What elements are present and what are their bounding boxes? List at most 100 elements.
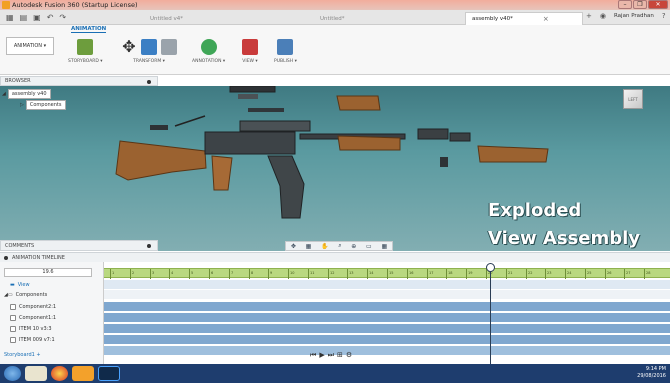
collapse-icon[interactable]: ◢ (2, 91, 6, 97)
item009-track[interactable] (104, 335, 670, 344)
publish-video-icon[interactable] (277, 39, 294, 55)
zoom-icon[interactable]: ⌕ (338, 242, 341, 250)
new-tab-icon[interactable]: + (586, 12, 592, 20)
timeline-row-view[interactable]: ▬ View (2, 280, 102, 290)
start-button-icon[interactable] (4, 366, 21, 381)
tab-label: Untitled v4* (150, 15, 184, 22)
fusion-taskbar-icon[interactable] (72, 366, 94, 381)
comments-panel-header[interactable]: COMMENTS (0, 240, 158, 251)
new-storyboard-icon[interactable] (77, 39, 94, 55)
pan-icon[interactable]: ✋ (321, 243, 328, 250)
view-icon[interactable] (242, 39, 258, 55)
animation-timeline-header[interactable]: ANIMATION TIMELINE (0, 252, 670, 262)
tab-assembly-v40[interactable]: assembly v40* × (465, 12, 583, 25)
playhead-handle[interactable] (486, 263, 495, 272)
tab-untitled[interactable]: Untitled* (320, 12, 345, 25)
publish-menu[interactable]: PUBLISH ▾ (274, 59, 297, 64)
transform-menu[interactable]: TRANSFORM ▾ (133, 59, 165, 64)
photoshop-icon[interactable] (98, 366, 120, 381)
skip-end-icon[interactable]: ⏭ (328, 351, 337, 359)
comments-pin-icon[interactable] (147, 244, 151, 248)
tab-label: assembly v40* (472, 16, 513, 22)
chrome-icon[interactable] (51, 366, 68, 381)
ruler-tick-label: 28 (646, 271, 651, 275)
grid-menu-icon[interactable]: ▦ (6, 13, 14, 22)
ruler-tick-label: 6 (211, 271, 214, 275)
ruler-tick (427, 269, 428, 279)
ruler-tick (565, 269, 566, 279)
close-button[interactable]: ✕ (648, 0, 668, 9)
component2-track[interactable] (104, 302, 670, 311)
viewcube[interactable]: LEFT (623, 89, 643, 109)
redo-icon[interactable]: ↷ (59, 13, 66, 22)
ruler-tick (407, 269, 408, 279)
user-accounts-icon[interactable] (25, 366, 47, 381)
ruler-tick (308, 269, 309, 279)
navigation-bar: ✥ ▦ ✋ ⌕ ⊕ ▭ ▦ (285, 241, 393, 251)
view-track[interactable] (104, 280, 670, 289)
row-label: ITEM 009 v7:1 (19, 337, 55, 343)
ruler-tick-label: 8 (251, 271, 254, 275)
storyboard-tab[interactable]: Storyboard1 + (4, 352, 41, 358)
timeline-ruler[interactable]: 1234567891011121314151617181920212223242… (104, 268, 670, 279)
ruler-tick-label: 21 (508, 271, 513, 275)
workspace-switcher[interactable]: ANIMATION ▾ (6, 37, 54, 55)
settings-gear-icon[interactable]: ⚙ (346, 351, 355, 359)
components-node-label[interactable]: Components (25, 99, 66, 110)
timeline-pin-icon[interactable] (4, 255, 8, 260)
view-menu[interactable]: VIEW ▾ (242, 59, 257, 64)
fit-icon[interactable]: ⊕ (351, 243, 356, 250)
expand-icon[interactable]: ▷ (20, 102, 24, 108)
components-track[interactable] (104, 290, 670, 299)
close-tab-icon[interactable]: × (543, 15, 549, 23)
component-icon (10, 337, 16, 343)
tree-components[interactable]: ▷ Components (2, 99, 156, 110)
loop-icon[interactable]: ⊞ (337, 351, 346, 359)
add-storyboard-icon[interactable]: + (36, 352, 40, 358)
callout-icon[interactable] (200, 39, 217, 55)
ribbon-toolbar: ANIMATION ANIMATION ▾ STORYBOARD ▾ ✥ TRA… (0, 25, 670, 75)
ruler-tick-label: 2 (132, 271, 135, 275)
clock-time: 9:14 PM (645, 366, 666, 372)
auto-explode-icon[interactable] (161, 39, 177, 55)
panel-pin-icon[interactable] (147, 80, 151, 84)
explode-icon[interactable] (141, 39, 157, 55)
look-at-icon[interactable]: ▦ (306, 243, 312, 250)
annotation-menu[interactable]: ANNOTATION ▾ (192, 59, 225, 64)
play-icon[interactable]: ▶ (319, 351, 327, 359)
extra-track[interactable] (104, 346, 670, 355)
move-icon[interactable]: ✥ (121, 39, 137, 55)
maximize-button[interactable]: ❐ (633, 0, 647, 9)
item10-track[interactable] (104, 324, 670, 333)
job-status-icon[interactable]: ◉ (600, 12, 606, 20)
clock-date: 29/08/2016 (637, 373, 666, 379)
storyboard-menu[interactable]: STORYBOARD ▾ (68, 59, 103, 64)
minimize-button[interactable]: – (618, 0, 632, 9)
grid-settings-icon[interactable]: ▦ (381, 243, 387, 250)
save-icon[interactable]: ▣ (33, 13, 41, 22)
tab-untitled-v4[interactable]: Untitled v4* (150, 12, 183, 25)
ruler-tick-label: 17 (429, 271, 434, 275)
skip-start-icon[interactable]: ⏮ (310, 351, 319, 359)
component1-track[interactable] (104, 313, 670, 322)
tree-root[interactable]: ◢ assembly v40 (2, 88, 156, 99)
display-settings-icon[interactable]: ▭ (366, 243, 372, 250)
caption-line-2: View Assembly (488, 228, 640, 249)
tab-animation[interactable]: ANIMATION (71, 26, 107, 33)
help-icon[interactable]: ? (662, 12, 666, 20)
assembly-node-label[interactable]: assembly v40 (7, 88, 51, 99)
orbit-icon[interactable]: ✥ (291, 243, 296, 250)
file-icon[interactable]: ▤ (20, 13, 28, 22)
undo-icon[interactable]: ↶ (47, 13, 54, 22)
current-time-field[interactable]: 19.6 (4, 268, 92, 277)
system-tray[interactable]: 9:14 PM 29/08/2016 (637, 366, 666, 380)
timeline-row-component1[interactable]: Component1:1 (2, 313, 102, 323)
timeline-row-item009[interactable]: ITEM 009 v7:1 (2, 335, 102, 345)
user-name[interactable]: Rajan Pradhan (614, 13, 654, 19)
browser-panel-header[interactable]: BROWSER (0, 76, 158, 86)
ruler-tick (367, 269, 368, 279)
timeline-row-components[interactable]: ◢▭ Components (2, 290, 102, 300)
timeline-row-component2[interactable]: Component2:1 (2, 302, 102, 312)
ruler-tick (446, 269, 447, 279)
timeline-row-item10[interactable]: ITEM 10 v3:3 (2, 324, 102, 334)
